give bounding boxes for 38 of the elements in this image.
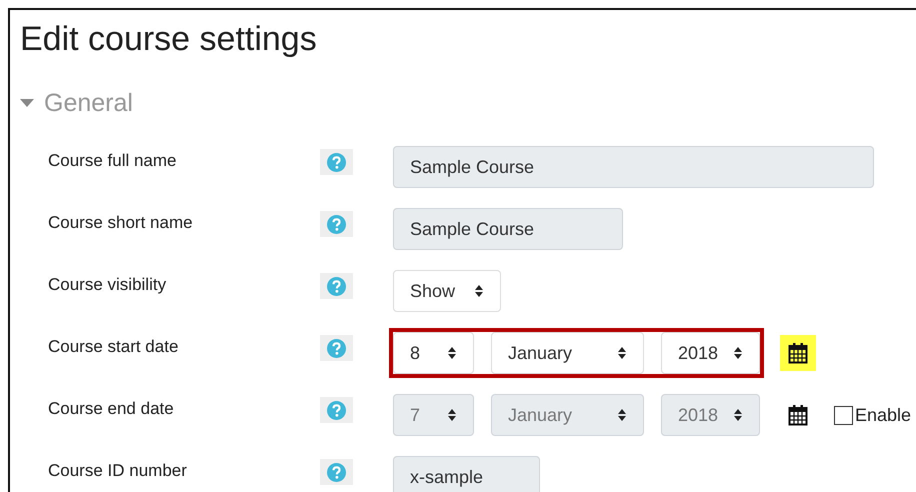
field-label: Course short name: [48, 212, 194, 234]
text-field[interactable]: x-sample: [393, 456, 540, 492]
calendar-icon: [788, 404, 808, 426]
dropdown[interactable]: January: [491, 332, 644, 374]
help-button[interactable]: [320, 149, 353, 175]
help-button[interactable]: [320, 459, 353, 485]
updown-icon: [617, 346, 627, 360]
checkbox-label: Enable: [855, 404, 912, 426]
text-field[interactable]: Sample Course: [393, 146, 874, 188]
help-button[interactable]: [320, 273, 353, 299]
help-icon: [327, 462, 346, 482]
calendar-icon: [788, 342, 808, 364]
page-title: Edit course settings: [20, 19, 318, 60]
dropdown[interactable]: Show: [393, 270, 501, 312]
field-label: Course full name: [48, 150, 178, 172]
field-label: Course end date: [48, 398, 175, 420]
text-field[interactable]: Sample Course: [393, 208, 623, 250]
updown-icon: [447, 346, 457, 360]
dropdown[interactable]: 2018: [661, 332, 760, 374]
updown-icon: [617, 408, 627, 422]
help-icon: [327, 276, 346, 296]
field-label: Course ID number: [48, 460, 188, 482]
updown-icon: [474, 284, 484, 298]
field-label: Course visibility: [48, 274, 168, 296]
updown-icon: [733, 408, 743, 422]
updown-icon: [733, 346, 743, 360]
help-button[interactable]: [320, 397, 353, 423]
help-icon: [327, 338, 346, 358]
updown-icon: [447, 408, 457, 422]
caret-icon: [20, 99, 34, 108]
help-icon: [327, 400, 346, 420]
help-icon: [327, 152, 346, 172]
help-button[interactable]: [320, 211, 353, 237]
calendar-button[interactable]: [780, 335, 816, 371]
help-icon: [327, 214, 346, 234]
field-label: Course start date: [48, 336, 180, 358]
help-button[interactable]: [320, 335, 353, 361]
dropdown[interactable]: 8: [393, 332, 474, 374]
